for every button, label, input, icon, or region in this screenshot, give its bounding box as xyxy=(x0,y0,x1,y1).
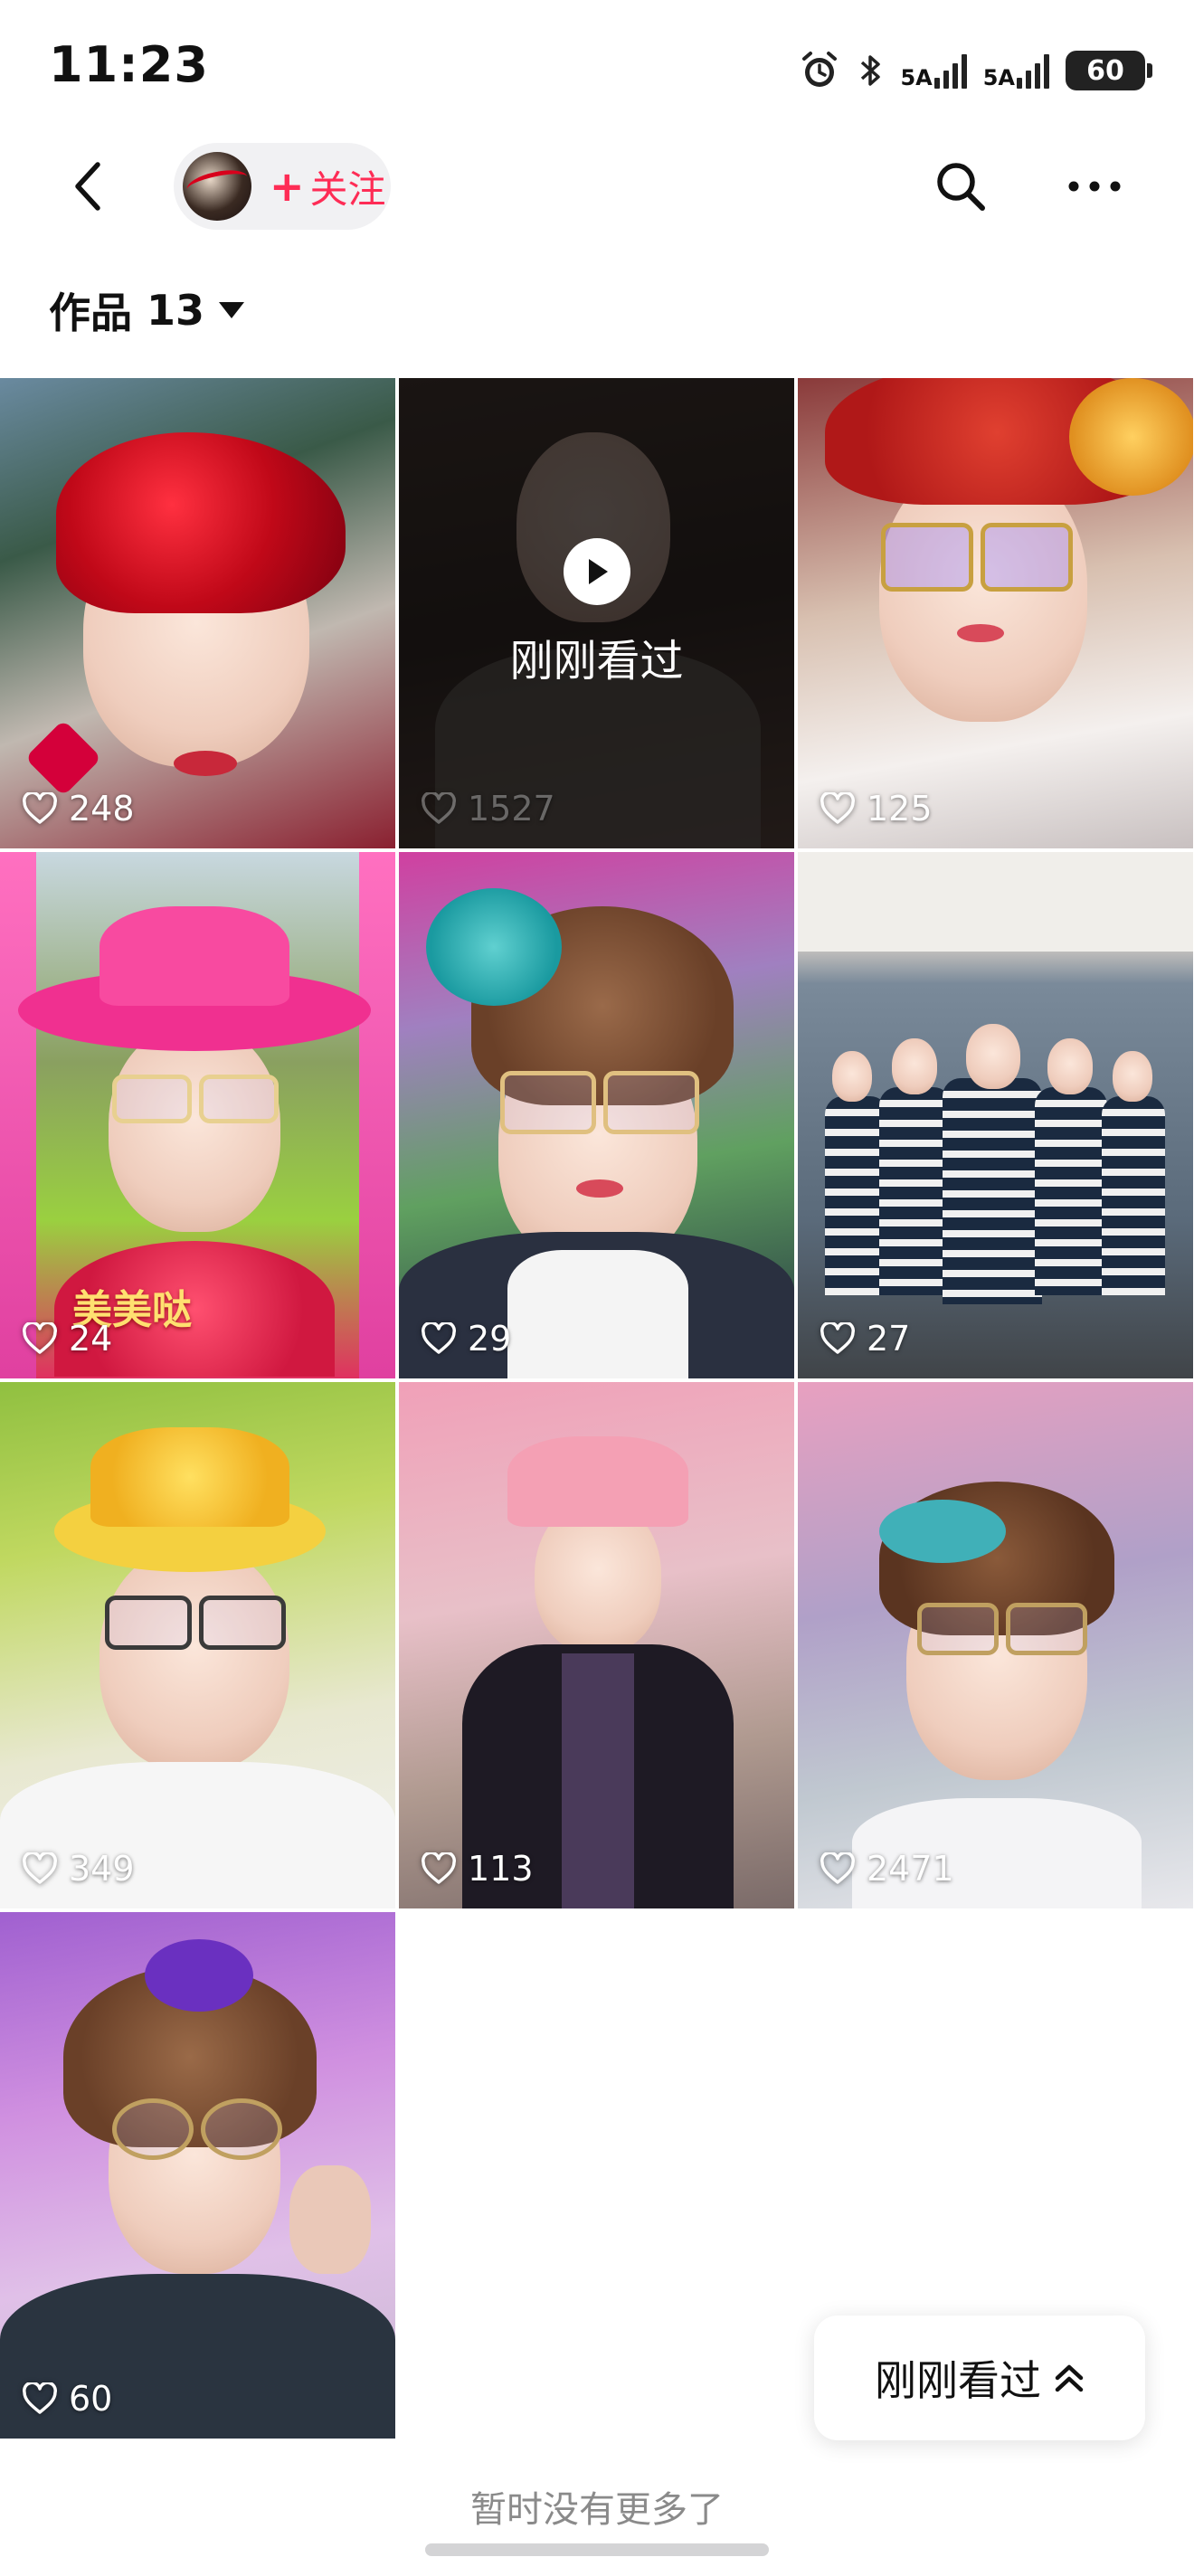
video-tile[interactable]: 2471 xyxy=(798,1382,1193,1908)
heart-outline-icon xyxy=(23,1852,57,1884)
watched-overlay: 刚刚看过 xyxy=(399,378,794,848)
like-count: 2471 xyxy=(820,1849,954,1889)
follow-button[interactable]: + 关注 xyxy=(174,143,391,230)
heart-outline-icon xyxy=(820,1322,855,1354)
video-tile[interactable]: 349 xyxy=(0,1382,395,1908)
heart-outline-icon xyxy=(422,1322,456,1354)
like-count-value: 27 xyxy=(867,1319,911,1359)
alarm-icon xyxy=(802,52,838,87)
like-count: 29 xyxy=(421,1319,511,1359)
like-count-value: 60 xyxy=(69,2379,113,2419)
heart-outline-icon xyxy=(23,2382,57,2414)
like-count-value: 2471 xyxy=(867,1849,954,1889)
status-bar: 11:23 5A 5A 60 xyxy=(0,0,1194,136)
recently-watched-button[interactable]: 刚刚看过 xyxy=(814,2316,1145,2440)
bluetooth-icon xyxy=(861,55,881,86)
avatar xyxy=(183,152,251,221)
video-thumbnail xyxy=(0,1912,395,2439)
more-button[interactable] xyxy=(1058,154,1131,219)
like-count: 125 xyxy=(820,789,933,829)
video-tile[interactable]: 248 xyxy=(0,378,395,848)
plus-icon: + xyxy=(270,162,305,211)
battery-icon: 60 xyxy=(1066,51,1152,90)
video-tile[interactable]: 美美哒 24 xyxy=(0,852,395,1378)
like-count-value: 125 xyxy=(867,789,933,829)
heart-outline-icon xyxy=(820,792,855,824)
search-button[interactable] xyxy=(928,154,993,219)
profile-works-page: 11:23 5A 5A 60 + 关注 作品 13 248 刚刚看过 1527 … xyxy=(0,0,1194,2576)
video-thumbnail xyxy=(0,1382,395,1908)
video-thumbnail: 美美哒 xyxy=(0,852,395,1378)
heart-outline-icon xyxy=(23,1322,57,1354)
status-time: 11:23 xyxy=(49,36,209,93)
heart-outline-icon xyxy=(820,1852,855,1884)
video-thumbnail xyxy=(399,1382,794,1908)
like-count-value: 24 xyxy=(69,1319,113,1359)
video-thumbnail xyxy=(798,1382,1193,1908)
watched-label: 刚刚看过 xyxy=(509,636,684,687)
play-button[interactable] xyxy=(563,538,630,605)
follow-label: + 关注 xyxy=(270,159,386,214)
like-count-value: 349 xyxy=(69,1849,135,1889)
no-more-text: 暂时没有更多了 xyxy=(470,2489,724,2531)
double-chevron-up-icon xyxy=(1055,2364,1084,2392)
follow-text: 关注 xyxy=(309,166,386,212)
video-thumbnail xyxy=(798,378,1193,848)
like-count: 349 xyxy=(22,1849,135,1889)
heart-outline-icon xyxy=(422,792,456,824)
like-count: 113 xyxy=(421,1849,534,1889)
signal-1: 5A xyxy=(900,52,967,90)
video-tile[interactable]: 125 xyxy=(798,378,1193,848)
home-indicator[interactable] xyxy=(425,2543,769,2556)
back-button[interactable] xyxy=(60,157,118,215)
caret-down-icon xyxy=(219,302,245,318)
video-tile[interactable]: 27 xyxy=(798,852,1193,1378)
works-label: 作品 xyxy=(49,289,132,337)
like-count: 1527 xyxy=(421,789,555,829)
like-count: 60 xyxy=(22,2379,112,2419)
network-2-label: 5A xyxy=(982,65,1015,90)
like-count-value: 113 xyxy=(468,1849,534,1889)
like-count-value: 248 xyxy=(69,789,135,829)
top-nav: + 关注 xyxy=(0,136,1194,235)
more-dots-icon xyxy=(1068,181,1121,192)
network-1-label: 5A xyxy=(900,65,933,90)
like-count: 27 xyxy=(820,1319,910,1359)
video-tile[interactable]: 29 xyxy=(399,852,794,1378)
chevron-left-icon xyxy=(75,162,100,211)
like-count: 248 xyxy=(22,789,135,829)
recently-watched-label: 刚刚看过 xyxy=(875,2356,1041,2405)
video-thumbnail xyxy=(798,852,1193,1378)
status-icons: 5A 5A 60 xyxy=(799,45,1152,96)
video-thumbnail xyxy=(399,852,794,1378)
video-thumbnail xyxy=(0,378,395,848)
video-tile[interactable]: 113 xyxy=(399,1382,794,1908)
heart-outline-icon xyxy=(422,1852,456,1884)
signal-bars-icon xyxy=(1017,52,1049,89)
works-count: 13 xyxy=(147,286,205,335)
video-tile[interactable]: 60 xyxy=(0,1912,395,2439)
battery-level: 60 xyxy=(1086,54,1124,87)
signal-2: 5A xyxy=(983,52,1049,89)
video-tile[interactable]: 刚刚看过 1527 xyxy=(399,378,794,848)
signal-bars-icon xyxy=(933,52,967,89)
works-filter[interactable]: 作品 13 xyxy=(49,279,245,342)
heart-outline-icon xyxy=(23,792,57,824)
search-icon xyxy=(937,163,985,211)
play-icon xyxy=(588,559,608,584)
like-count: 24 xyxy=(22,1319,112,1359)
like-count-value: 29 xyxy=(468,1319,512,1359)
like-count-value: 1527 xyxy=(468,789,555,829)
